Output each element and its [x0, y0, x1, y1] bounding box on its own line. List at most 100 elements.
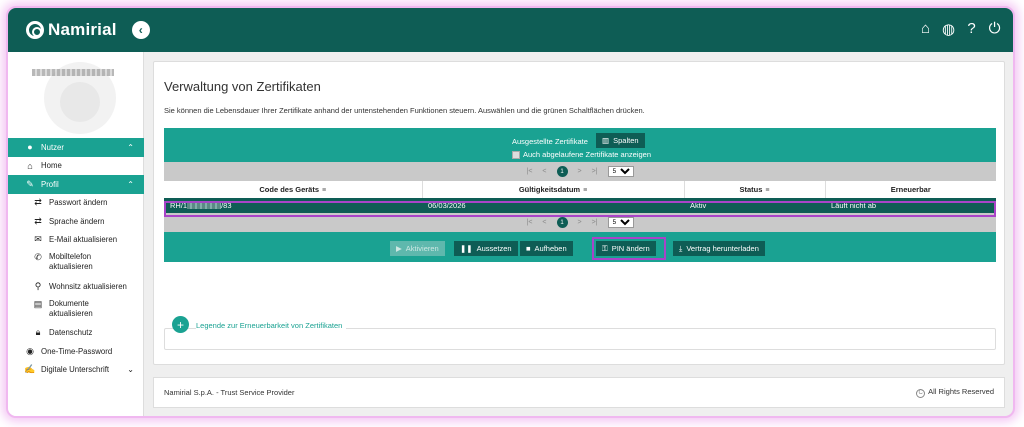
download-contract-button[interactable]: ⤓ Vertrag herunterladen — [673, 241, 765, 256]
app-window: Namirial ‹ ⌂ ◍ ? ⏻ ● Nutzer ⌃ ⌂ Home ✎ P… — [6, 6, 1015, 418]
wrench-icon: ✎ — [26, 178, 34, 189]
revoke-button[interactable]: ■ Aufheben — [520, 241, 573, 256]
certificates-table: Code des Geräts ≡ Gültigkeitsdatum ≡ Statu… — [164, 181, 996, 213]
suspend-label: Aussetzen — [476, 244, 512, 253]
footer-rights: C All Rights Reserved — [916, 387, 994, 398]
location-pin-icon: ⚲ — [34, 280, 42, 291]
revoke-label: Aufheben — [534, 244, 567, 253]
legend-box — [164, 328, 996, 350]
sidebar: ● Nutzer ⌃ ⌂ Home ✎ Profil ⌃ ⇄ Passwort … — [8, 52, 144, 416]
suspend-button[interactable]: ❚❚ Aussetzen — [454, 241, 518, 256]
sidebar-item-label: Datenschutz — [49, 328, 93, 338]
column-header-renewable: Erneuerbar — [890, 185, 931, 194]
prev-page-button[interactable]: < — [542, 219, 546, 226]
sidebar-item-label: Mobiltelefon aktualisieren — [49, 252, 93, 271]
sort-icon: ≡ — [765, 187, 770, 194]
user-name-blurred — [32, 69, 114, 76]
sidebar-toggle-button[interactable]: ‹ — [131, 21, 150, 39]
pager-bottom: |< < 1 > >| 5 — [164, 213, 996, 232]
first-page-button[interactable]: |< — [527, 219, 533, 226]
help-icon[interactable]: ? — [963, 20, 980, 37]
brand-name: Namirial — [48, 20, 117, 39]
redacted-code — [187, 203, 222, 210]
sidebar-item-sprache[interactable]: ⇄ Sprache ändern — [8, 212, 144, 231]
first-page-button[interactable]: |< — [527, 168, 533, 175]
sidebar-item-label: E-Mail aktualisieren — [49, 235, 118, 245]
power-icon[interactable]: ⏻ — [986, 20, 1003, 37]
page-size-select[interactable]: 5 — [607, 217, 634, 228]
swap-icon: ⇄ — [34, 215, 42, 226]
chevron-down-icon: ⌄ — [127, 365, 134, 375]
issued-certificates-label: Ausgestellte Zertifikate — [512, 137, 588, 146]
sidebar-item-label: Sprache ändern — [49, 216, 105, 226]
change-pin-button[interactable]: ⚿ PIN ändern — [596, 241, 656, 256]
pause-icon: ❚❚ — [460, 244, 473, 253]
sidebar-item-otp[interactable]: ◉ One-Time-Password — [8, 342, 144, 361]
top-bar: Namirial ‹ ⌂ ◍ ? ⏻ — [8, 8, 1013, 52]
phone-icon: ✆ — [34, 252, 42, 262]
current-page-indicator[interactable]: 1 — [556, 217, 568, 228]
sidebar-item-email[interactable]: ✉ E-Mail aktualisieren — [8, 231, 144, 250]
sidebar-nav: ● Nutzer ⌃ ⌂ Home ✎ Profil ⌃ ⇄ Passwort … — [8, 138, 144, 379]
download-contract-label: Vertrag herunterladen — [686, 244, 759, 253]
home-icon: ⌂ — [27, 160, 33, 171]
cell-renewable: Läuft nicht ab — [825, 198, 996, 213]
sidebar-item-home[interactable]: ⌂ Home — [8, 157, 144, 176]
column-header-validity[interactable]: Gültigkeitsdatum ≡ — [422, 181, 685, 198]
expand-legend-button[interactable]: + — [172, 316, 189, 333]
legend-link[interactable]: Legende zur Erneuerbarkeit von Zertifika… — [196, 321, 347, 330]
sidebar-item-wohnsitz[interactable]: ⚲ Wohnsitz aktualisieren — [8, 277, 144, 296]
footer: Namirial S.p.A. - Trust Service Provider… — [153, 377, 1005, 408]
activate-button[interactable]: ▶ Aktivieren — [390, 241, 445, 256]
page-title: Verwaltung von Zertifikaten — [164, 79, 321, 94]
sidebar-item-nutzer[interactable]: ● Nutzer ⌃ — [8, 138, 144, 157]
sidebar-item-datenschutz[interactable]: 🔒︎ Datenschutz — [8, 324, 144, 343]
page-size-select[interactable]: 5 — [607, 166, 634, 177]
top-icons: ⌂ ◍ ? ⏻ — [917, 20, 1003, 38]
activate-label: Aktivieren — [405, 244, 439, 253]
last-page-button[interactable]: >| — [592, 168, 598, 175]
change-pin-label: PIN ändern — [611, 244, 650, 253]
column-header-code[interactable]: Code des Geräts ≡ — [164, 181, 423, 198]
show-expired-label: Auch abgelaufene Zertifikate anzeigen — [523, 150, 652, 159]
panel-header: Ausgestellte Zertifikate ▥ Spalten Auch … — [164, 128, 996, 162]
sort-icon: ≡ — [322, 187, 327, 194]
current-page-indicator[interactable]: 1 — [556, 166, 568, 177]
otp-icon: ◉ — [26, 345, 34, 356]
sidebar-item-label: Nutzer — [41, 142, 64, 152]
sidebar-item-passwort[interactable]: ⇄ Passwort ändern — [8, 194, 144, 213]
user-icon: ● — [27, 142, 33, 153]
show-expired-checkbox[interactable] — [512, 150, 520, 159]
swap-icon: ⇄ — [34, 197, 42, 208]
globe-icon[interactable]: ◍ — [940, 20, 957, 38]
next-page-button[interactable]: > — [578, 219, 582, 226]
table-row[interactable]: RH/1/83 06/03/2026 Aktiv Läuft nicht ab — [164, 198, 996, 213]
footer-company: Namirial S.p.A. - Trust Service Provider — [164, 388, 295, 397]
id-badge-icon — [60, 82, 100, 122]
columns-button-label: Spalten — [613, 136, 639, 145]
sidebar-item-profil[interactable]: ✎ Profil ⌃ — [8, 175, 144, 194]
sidebar-item-digitale-unterschrift[interactable]: ✍ Digitale Unterschrift ⌄ — [8, 361, 144, 380]
play-icon: ▶ — [396, 244, 402, 253]
last-page-button[interactable]: >| — [592, 219, 598, 226]
sidebar-item-mobiltelefon[interactable]: ✆ Mobiltelefon aktualisieren — [8, 249, 144, 277]
download-icon: ⤓ — [679, 243, 683, 253]
columns-button[interactable]: ▥ Spalten — [596, 133, 645, 148]
key-icon: ⚿ — [602, 243, 608, 253]
prev-page-button[interactable]: < — [542, 168, 546, 175]
cell-validity: 06/03/2026 — [422, 198, 684, 213]
signature-icon: ✍ — [24, 364, 36, 375]
main-card: Verwaltung von Zertifikaten Sie können d… — [153, 61, 1005, 365]
column-header-status[interactable]: Status ≡ — [684, 181, 826, 198]
sidebar-item-label: Wohnsitz aktualisieren — [49, 281, 127, 291]
sidebar-item-dokumente[interactable]: ▤ Dokumente aktualisieren — [8, 296, 144, 324]
sidebar-item-label: Home — [41, 161, 62, 171]
sidebar-item-label: Passwort ändern — [49, 198, 108, 208]
brand-logo[interactable]: Namirial — [26, 20, 117, 40]
home-icon[interactable]: ⌂ — [917, 20, 934, 37]
sidebar-item-label: Profil — [41, 179, 59, 189]
table-header-row: Code des Geräts ≡ Gültigkeitsdatum ≡ Statu… — [164, 181, 996, 198]
next-page-button[interactable]: > — [578, 168, 582, 175]
chevron-up-icon: ⌃ — [127, 179, 134, 189]
lock-icon: 🔒︎ — [35, 327, 41, 338]
